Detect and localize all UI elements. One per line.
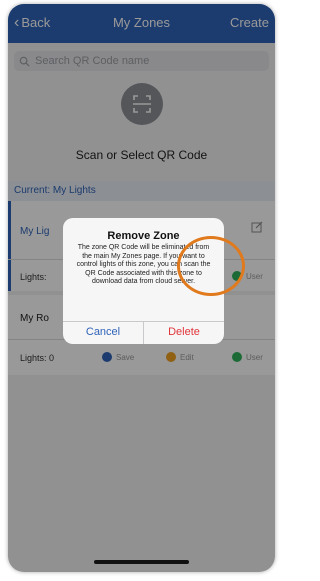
cancel-button[interactable]: Cancel [63, 321, 143, 344]
home-indicator [94, 560, 189, 564]
phone-screen: ‹ Back My Zones Create Search QR Code na… [8, 4, 275, 572]
delete-button[interactable]: Delete [144, 321, 224, 344]
highlight-circle [177, 236, 245, 296]
